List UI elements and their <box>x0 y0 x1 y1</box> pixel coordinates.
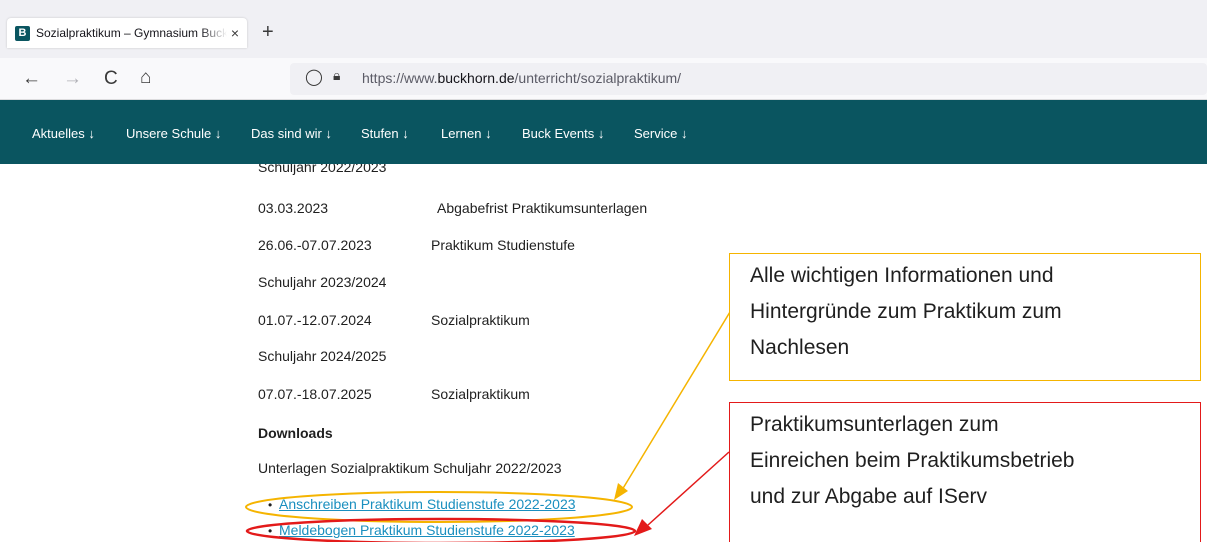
tab-bar: B Sozialpraktikum – Gymnasium Buckhorn ×… <box>0 0 1207 58</box>
close-tab-icon[interactable]: × <box>231 25 239 41</box>
event-label: Sozialpraktikum <box>431 386 530 402</box>
callout-line: und zur Abgabe auf IServ <box>750 485 987 508</box>
site-main-menu: Aktuelles ↓ Unsere Schule ↓ Das sind wir… <box>0 100 1207 164</box>
url-prefix: https://www. <box>362 70 438 86</box>
download-link-meldebogen[interactable]: Meldebogen Praktikum Studienstufe 2022-2… <box>279 522 575 538</box>
date-label: 01.07.-12.07.2024 <box>258 312 372 328</box>
lock-icon[interactable]: 🔒︎ <box>333 67 340 84</box>
url-path: /unterricht/sozialpraktikum/ <box>514 70 682 86</box>
yellow-annotation-callout: Alle wichtigen Informationen und Hinterg… <box>729 253 1201 381</box>
schuljahr-heading: Schuljahr 2023/2024 <box>258 274 387 290</box>
menu-item-stufen[interactable]: Stufen ↓ <box>361 126 409 141</box>
menu-item-service[interactable]: Service ↓ <box>634 126 687 141</box>
bullet-icon: • <box>268 498 273 512</box>
download-link-anschreiben[interactable]: Anschreiben Praktikum Studienstufe 2022-… <box>279 496 576 512</box>
reload-icon[interactable]: C <box>104 68 118 90</box>
url-domain: buckhorn.de <box>437 70 515 86</box>
menu-item-buck-events[interactable]: Buck Events ↓ <box>522 126 604 141</box>
browser-tab[interactable]: B Sozialpraktikum – Gymnasium Buckhorn × <box>7 18 247 48</box>
date-label: 03.03.2023 <box>258 200 329 216</box>
tracking-shield-icon[interactable]: ◯ <box>305 67 323 87</box>
event-label: Praktikum Studienstufe <box>431 237 575 253</box>
callout-line: Praktikumsunterlagen zum <box>750 413 999 436</box>
bullet-icon: • <box>268 524 273 538</box>
date-label: 26.06.-07.07.2023 <box>258 237 372 253</box>
url-text[interactable]: https://www.buckhorn.de/unterricht/sozia… <box>362 70 681 86</box>
red-annotation-callout: Praktikumsunterlagen zum Einreichen beim… <box>729 402 1201 542</box>
downloads-subheading: Unterlagen Sozialpraktikum Schuljahr 202… <box>258 460 562 476</box>
downloads-heading: Downloads <box>258 425 333 441</box>
callout-line: Hintergründe zum Praktikum zum <box>750 300 1062 323</box>
menu-item-lernen[interactable]: Lernen ↓ <box>441 126 492 141</box>
schuljahr-heading: Schuljahr 2024/2025 <box>258 348 387 364</box>
menu-item-das-sind-wir[interactable]: Das sind wir ↓ <box>251 126 332 141</box>
forward-arrow-icon[interactable]: → <box>63 68 82 90</box>
site-favicon-icon: B <box>15 25 30 41</box>
menu-item-aktuelles[interactable]: Aktuelles ↓ <box>32 126 95 141</box>
home-icon[interactable]: ⌂ <box>140 67 151 89</box>
back-arrow-icon[interactable]: ← <box>22 68 41 90</box>
date-label: 07.07.-18.07.2025 <box>258 386 372 402</box>
event-label: Abgabefrist Praktikumsunterlagen <box>437 200 648 216</box>
callout-line: Nachlesen <box>750 336 850 359</box>
menu-item-unsere-schule[interactable]: Unsere Schule ↓ <box>126 126 221 141</box>
callout-line: Alle wichtigen Informationen und <box>750 264 1054 287</box>
new-tab-button[interactable]: + <box>262 21 274 44</box>
event-label: Sozialpraktikum <box>431 312 530 328</box>
callout-line: Einreichen beim Praktikumsbetrieb <box>750 449 1075 472</box>
tab-title: Sozialpraktikum – Gymnasium Buckhorn <box>36 26 227 40</box>
